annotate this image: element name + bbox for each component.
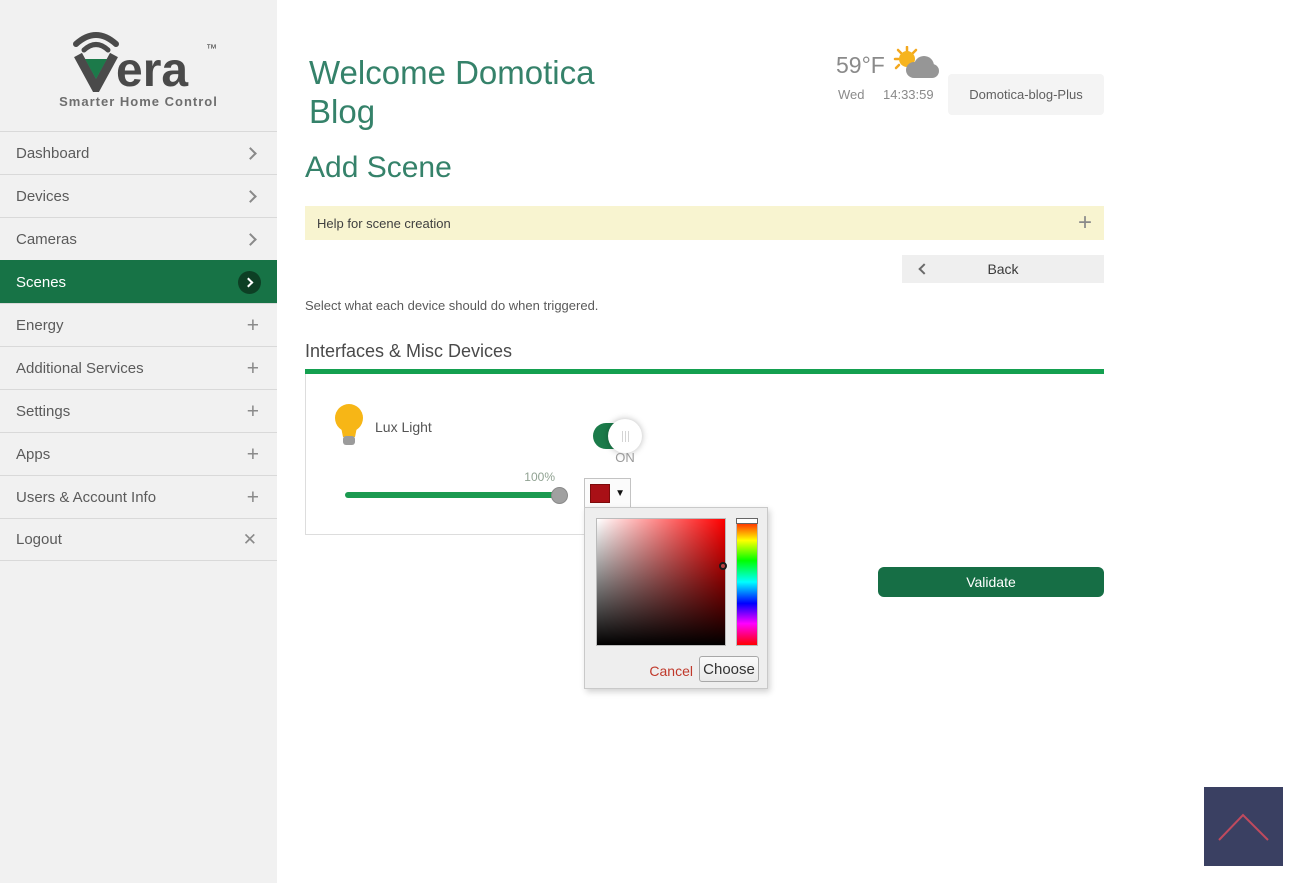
section-title: Interfaces & Misc Devices [305, 341, 512, 362]
welcome-heading: Welcome Domotica Blog [309, 53, 659, 131]
color-picker-popup: Cancel Choose [584, 507, 768, 689]
device-name: Lux Light [375, 419, 432, 435]
current-color-swatch [590, 484, 610, 503]
plus-icon: + [247, 315, 259, 336]
sidebar-item-label: Logout [16, 531, 243, 548]
close-icon: ✕ [243, 531, 257, 548]
logo-tagline: Smarter Home Control [0, 94, 277, 109]
plus-icon: + [247, 444, 259, 465]
hue-slider-thumb[interactable] [736, 518, 758, 524]
saturation-value-square[interactable] [596, 518, 726, 646]
picker-choose-button[interactable]: Choose [699, 656, 759, 682]
plus-icon: + [247, 487, 259, 508]
sidebar-item-label: Apps [16, 446, 247, 463]
sidebar-item-label: Users & Account Info [16, 489, 247, 506]
sidebar-item-label: Energy [16, 317, 247, 334]
temperature-value: 59°F [836, 52, 888, 79]
app-window: era ™ Smarter Home Control Dashboard Dev… [0, 0, 1300, 883]
sidebar-item-label: Scenes [16, 274, 238, 291]
back-button-label: Back [928, 261, 1078, 277]
sidebar-item-scenes[interactable]: Scenes [0, 260, 277, 303]
sidebar-item-apps[interactable]: Apps + [0, 432, 277, 475]
sidebar-item-label: Cameras [16, 231, 246, 248]
sidebar-item-settings[interactable]: Settings + [0, 389, 277, 432]
sidebar-item-label: Additional Services [16, 360, 247, 377]
sidebar-item-logout[interactable]: Logout ✕ [0, 518, 277, 561]
controller-name-badge[interactable]: Domotica-blog-Plus [948, 74, 1104, 115]
chevron-right-icon [244, 190, 257, 203]
scroll-to-top-button[interactable] [1204, 787, 1283, 866]
back-button[interactable]: Back [902, 255, 1104, 283]
sidebar-item-additional-services[interactable]: Additional Services + [0, 346, 277, 389]
svg-text:™: ™ [206, 43, 217, 55]
vera-logo-icon: era ™ [54, 22, 224, 92]
caret-down-icon: ▼ [615, 488, 625, 499]
svg-text:era: era [116, 44, 188, 92]
hue-slider[interactable] [736, 518, 758, 646]
sidebar-menu: Dashboard Devices Cameras Scenes Energy … [0, 131, 277, 561]
help-accordion[interactable]: Help for scene creation + [305, 206, 1104, 240]
chevron-right-icon [244, 147, 257, 160]
toggle-state-label: ON [596, 450, 654, 465]
color-selection-cursor[interactable] [719, 562, 727, 570]
brightness-value: 100% [495, 470, 555, 484]
scroll-to-top-chevron-icon [1204, 787, 1283, 866]
validate-button[interactable]: Validate [878, 567, 1104, 597]
sun-behind-cloud-icon [890, 46, 940, 84]
weekday-label: Wed [838, 87, 865, 102]
sidebar-item-cameras[interactable]: Cameras [0, 217, 277, 260]
instruction-text: Select what each device should do when t… [305, 298, 598, 313]
help-label: Help for scene creation [317, 216, 1078, 231]
sidebar: era ™ Smarter Home Control Dashboard Dev… [0, 0, 277, 883]
sidebar-item-label: Settings [16, 403, 247, 420]
sidebar-item-label: Devices [16, 188, 246, 205]
color-swatch-dropdown[interactable]: ▼ [584, 478, 631, 508]
sidebar-item-users-account-info[interactable]: Users & Account Info + [0, 475, 277, 518]
plus-icon: + [247, 358, 259, 379]
clock-time: 14:33:59 [883, 87, 934, 102]
chevron-right-icon [244, 233, 257, 246]
toggle-knob[interactable] [608, 419, 642, 453]
picker-cancel-link[interactable]: Cancel [649, 663, 693, 679]
brightness-slider-handle[interactable] [551, 487, 568, 504]
page-title: Add Scene [305, 151, 452, 185]
sidebar-item-dashboard[interactable]: Dashboard [0, 131, 277, 174]
sidebar-item-energy[interactable]: Energy + [0, 303, 277, 346]
expand-plus-icon[interactable]: + [1078, 211, 1092, 235]
light-bulb-icon [333, 403, 365, 449]
sidebar-item-label: Dashboard [16, 145, 246, 162]
brightness-slider[interactable] [345, 492, 560, 498]
vera-logo[interactable]: era ™ Smarter Home Control [0, 22, 277, 109]
chevron-right-circle-icon [238, 271, 261, 294]
sidebar-item-devices[interactable]: Devices [0, 174, 277, 217]
plus-icon: + [247, 401, 259, 422]
